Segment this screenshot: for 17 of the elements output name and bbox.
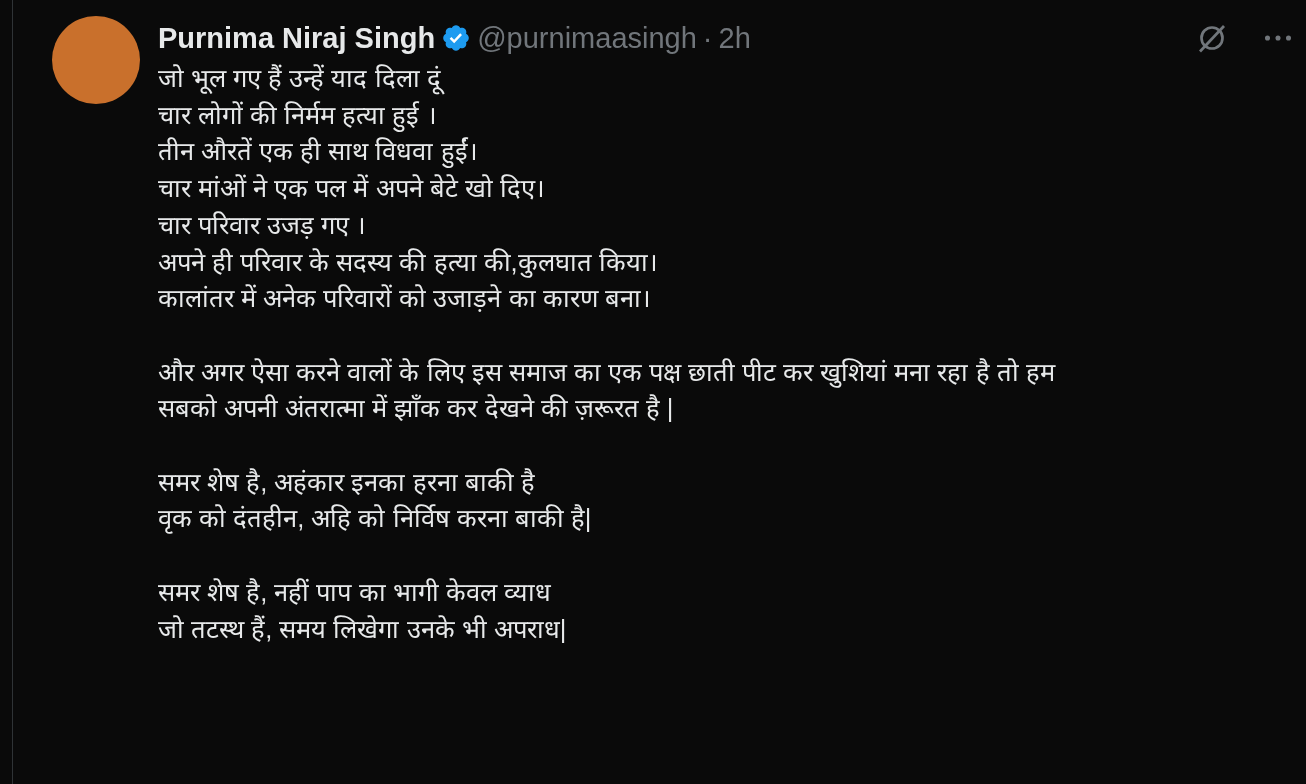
tweet-text-line: चार मांओं ने एक पल में अपने बेटे खो दिए। xyxy=(158,173,546,205)
tweet-text-line: जो तटस्थ हैं, समय लिखेगा उनके भी अपराध| xyxy=(158,613,568,645)
tweet-text-line: चार लोगों की निर्मम हत्या हुई । xyxy=(158,96,1298,134)
tweet-text-line: चार परिवार उजड़ गए । xyxy=(158,209,368,241)
tweet-text-line: और अगर ऐसा करने वालों के लिए इस समाज का एक पक्ष छाती पीट कर खुशियां मना रहा है तो हम xyxy=(158,356,1057,390)
author-name[interactable]: Purnima Niraj Singh xyxy=(158,21,436,55)
tweet-text-line: समर शेष है, नहीं पाप का भागी केवल व्याध xyxy=(158,576,552,608)
separator-dot: · xyxy=(702,21,713,55)
tweet-text-line: वृक को दंतहीन, अहि को निर्विष करना बाकी है| xyxy=(158,503,593,536)
timestamp[interactable]: 2h xyxy=(718,21,751,55)
tweet-text-line: अपने ही परिवार के सदस्य की हत्या की,कुलघात किया। xyxy=(158,246,659,280)
tweet-text-line: सबको अपनी अंतरात्मा में झाँक कर देखने की ज़रूरत है | xyxy=(158,393,675,425)
tweet-text-line: कालांतर में अनेक परिवारों को उजाड़ने का कारण बना। xyxy=(158,283,652,315)
tweet-text-line: तीन औरतें एक ही साथ विधवा हुईं। xyxy=(158,136,479,170)
author-handle[interactable]: @purnimaasingh xyxy=(477,21,697,55)
tweet-text-line: जो भूल गए हैं उन्हें याद दिला दूं xyxy=(158,60,1298,97)
tweet-text-line: समर शेष है, अहंकार इनका हरना बाकी है xyxy=(158,466,536,498)
